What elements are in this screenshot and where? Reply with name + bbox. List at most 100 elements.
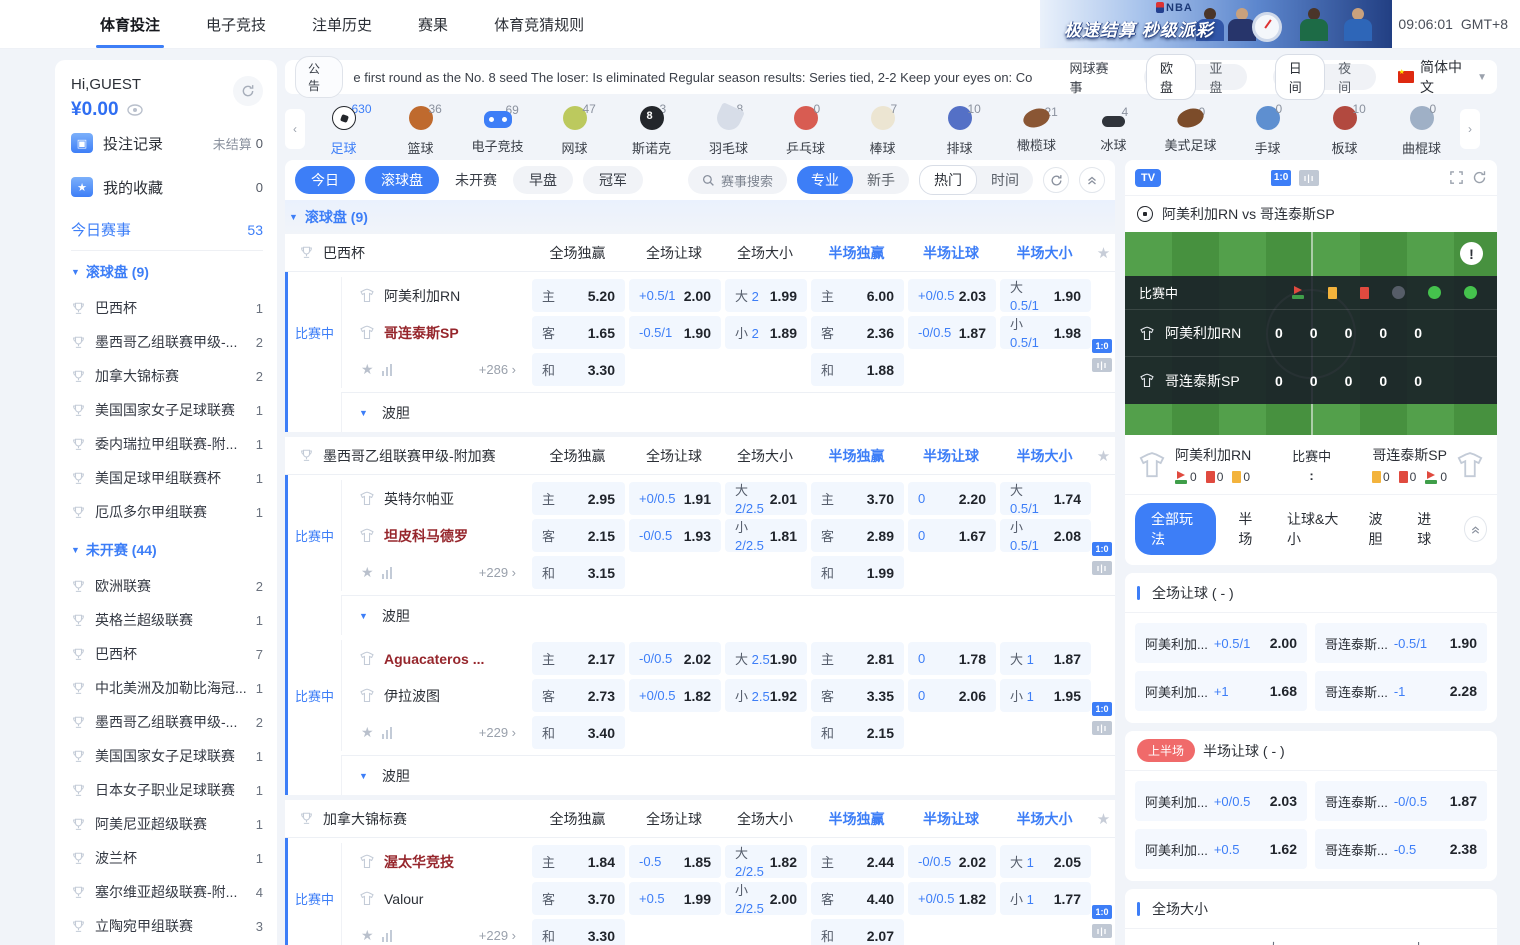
odds-cell[interactable]: 大 2 1.99 xyxy=(725,279,807,312)
tracker-icon[interactable]: ı|ı xyxy=(1299,169,1320,186)
column-header[interactable]: 半场大小 xyxy=(997,446,1092,466)
scroll-right-button[interactable]: › xyxy=(1460,109,1480,149)
odds-cell[interactable]: 客 2.15 xyxy=(532,519,625,552)
odds-cell[interactable]: 主 2.95 xyxy=(532,482,625,515)
sport-tab-篮球[interactable]: 36 篮球 xyxy=(382,102,459,157)
odds-cell[interactable]: 客 2.36 xyxy=(811,316,904,349)
column-header[interactable]: 半场独赢 xyxy=(808,446,905,466)
odds-cell[interactable]: 和 2.15 xyxy=(811,716,904,749)
favorite-star-icon[interactable]: ★ xyxy=(1092,810,1115,828)
odds-cell[interactable]: +0/0.5 1.82 xyxy=(908,882,996,915)
handicap-bet-cell[interactable]: 阿美利加... +0/0.5 2.03 xyxy=(1135,781,1307,821)
stats-icon[interactable] xyxy=(381,726,393,739)
odds-cell[interactable]: +0/0.5 2.03 xyxy=(908,279,996,312)
handicap-bet-cell[interactable]: 阿美利加... +0.5/1 2.00 xyxy=(1135,623,1307,663)
eye-icon[interactable] xyxy=(126,104,143,116)
filter-tab-早盘[interactable]: 早盘 xyxy=(513,166,573,194)
sport-tab-足球[interactable]: 630 足球 xyxy=(305,102,382,157)
odds-cell[interactable]: +0.5 1.99 xyxy=(629,882,721,915)
odds-cell[interactable]: 主 3.70 xyxy=(811,482,904,515)
odds-cell[interactable]: 小 2/2.5 1.81 xyxy=(725,519,807,553)
odds-cell[interactable]: 0 1.78 xyxy=(908,642,996,675)
bet-tab-半场[interactable]: 半场 xyxy=(1236,503,1265,555)
odds-cell[interactable]: -0/0.5 2.02 xyxy=(629,642,721,675)
odds-cell[interactable]: 大 1 1.87 xyxy=(1000,642,1091,675)
sort-toggle-热门[interactable]: 热门 xyxy=(919,165,977,195)
odds-cell[interactable]: 小 1 1.77 xyxy=(1000,882,1091,915)
odds-cell[interactable]: 和 1.99 xyxy=(811,556,904,589)
sidebar-league-item[interactable]: 欧洲联赛 2 xyxy=(71,569,263,603)
odds-cell[interactable]: 小 2 1.89 xyxy=(725,316,807,349)
handicap-bet-cell[interactable]: 哥连泰斯... -1 2.28 xyxy=(1315,671,1487,711)
odds-cell[interactable]: 主 2.81 xyxy=(811,642,904,675)
column-header[interactable]: 半场让球 xyxy=(905,446,997,466)
sport-tab-乒乓球[interactable]: 0 乒乓球 xyxy=(767,102,844,157)
sport-tab-手球[interactable]: 0 手球 xyxy=(1229,102,1306,157)
toggle-欧盘[interactable]: 欧盘 xyxy=(1145,54,1197,100)
odds-cell[interactable]: 小 2.5 1.92 xyxy=(725,679,807,712)
stats-icon[interactable] xyxy=(381,566,393,579)
sport-tab-美式足球[interactable]: 0美式足球 xyxy=(1152,105,1229,154)
stats-icon[interactable] xyxy=(381,929,393,942)
handicap-bet-cell[interactable]: 哥连泰斯... -0.5/1 1.90 xyxy=(1315,623,1487,663)
score-badge[interactable]: 1:0 xyxy=(1271,169,1292,186)
fullscreen-icon[interactable] xyxy=(1449,170,1464,185)
handicap-bet-cell[interactable]: 阿美利加... +0.5 1.62 xyxy=(1135,829,1307,869)
filter-tab-滚球盘[interactable]: 滚球盘 xyxy=(365,166,439,194)
nav-item-体育竞猜规则[interactable]: 体育竞猜规则 xyxy=(494,0,584,48)
favorite-star-icon[interactable]: ★ xyxy=(1092,447,1115,465)
odds-cell[interactable]: 和 3.30 xyxy=(532,353,625,386)
tracker-icon[interactable]: ı|ı xyxy=(1092,561,1112,576)
odds-cell[interactable]: 和 2.07 xyxy=(811,919,904,945)
sport-tab-网球[interactable]: 47 网球 xyxy=(536,102,613,157)
favorite-star-icon[interactable]: ★ xyxy=(361,564,374,581)
column-header[interactable]: 半场独赢 xyxy=(808,809,905,829)
sidebar-league-item[interactable]: 巴西杯 1 xyxy=(71,291,263,325)
odds-cell[interactable]: 主 1.84 xyxy=(532,845,625,878)
column-header[interactable]: 半场大小 xyxy=(997,243,1092,263)
odds-cell[interactable]: 0 2.06 xyxy=(908,679,996,712)
sidebar-league-item[interactable]: 巴西杯 7 xyxy=(71,637,263,671)
odds-cell[interactable]: 主 2.44 xyxy=(811,845,904,878)
odds-cell[interactable]: 大 0.5/1 1.90 xyxy=(1000,279,1091,313)
sort-toggle-时间[interactable]: 时间 xyxy=(977,166,1033,194)
more-markets-link[interactable]: +286 › xyxy=(479,362,516,377)
correct-score-expander[interactable]: ▼ 波胆 xyxy=(341,595,1115,635)
toggle-夜间[interactable]: 夜间 xyxy=(1325,55,1373,99)
bet-tab-进球[interactable]: 进球 xyxy=(1415,503,1444,555)
handicap-bet-cell[interactable]: 哥连泰斯... -0/0.5 1.87 xyxy=(1315,781,1487,821)
sport-tab-排球[interactable]: 10 排球 xyxy=(921,102,998,157)
bet-tab-全部玩法[interactable]: 全部玩法 xyxy=(1135,503,1217,555)
team-name-cell[interactable]: Aguacateros ... xyxy=(342,651,530,667)
nba-promo-banner[interactable]: NBA 极速结算 秒级派彩 xyxy=(1040,0,1392,48)
toggle-日间[interactable]: 日间 xyxy=(1274,54,1326,100)
sidebar-group-未开赛[interactable]: ▼ 未开赛 (44) xyxy=(71,531,263,569)
more-markets-link[interactable]: +229 › xyxy=(479,928,516,943)
team-name-cell[interactable]: Valour xyxy=(342,891,530,907)
sport-tab-橄榄球[interactable]: 21 橄榄球 xyxy=(998,105,1075,154)
odds-cell[interactable]: 小 0.5/1 2.08 xyxy=(1000,519,1091,553)
favorite-star-icon[interactable]: ★ xyxy=(1092,244,1115,262)
tracker-icon[interactable]: ı|ı xyxy=(1092,721,1112,736)
favorite-star-icon[interactable]: ★ xyxy=(361,724,374,741)
search-input[interactable]: 赛事搜索 xyxy=(687,166,787,194)
sport-tab-冰球[interactable]: 4 冰球 xyxy=(1075,105,1152,154)
column-header[interactable]: 全场独赢 xyxy=(529,243,626,263)
column-header[interactable]: 全场大小 xyxy=(722,809,808,829)
stats-icon[interactable] xyxy=(381,363,393,376)
favorite-star-icon[interactable]: ★ xyxy=(361,927,374,944)
sidebar-league-item[interactable]: 日本女子职业足球联赛 1 xyxy=(71,773,263,807)
bet-tab-让球&大小[interactable]: 让球&大小 xyxy=(1285,503,1347,555)
sport-tab-板球[interactable]: 10 板球 xyxy=(1306,102,1383,157)
nav-item-电子竞技[interactable]: 电子竞技 xyxy=(206,0,266,48)
sidebar-league-item[interactable]: 美国足球甲组联赛杯 1 xyxy=(71,461,263,495)
column-header[interactable]: 全场让球 xyxy=(626,446,722,466)
column-header[interactable]: 全场独赢 xyxy=(529,809,626,829)
odds-cell[interactable]: -0/0.5 2.02 xyxy=(908,845,996,878)
sport-tab-棒球[interactable]: 7 棒球 xyxy=(844,102,921,157)
team-name-cell[interactable]: 阿美利加RN xyxy=(342,286,530,306)
sidebar-item-我的收藏[interactable]: ★ 我的收藏 0 xyxy=(71,165,263,209)
column-header[interactable]: 半场独赢 xyxy=(808,243,905,263)
correct-score-expander[interactable]: ▼ 波胆 xyxy=(341,755,1115,795)
odds-cell[interactable]: 0 1.67 xyxy=(908,519,996,552)
